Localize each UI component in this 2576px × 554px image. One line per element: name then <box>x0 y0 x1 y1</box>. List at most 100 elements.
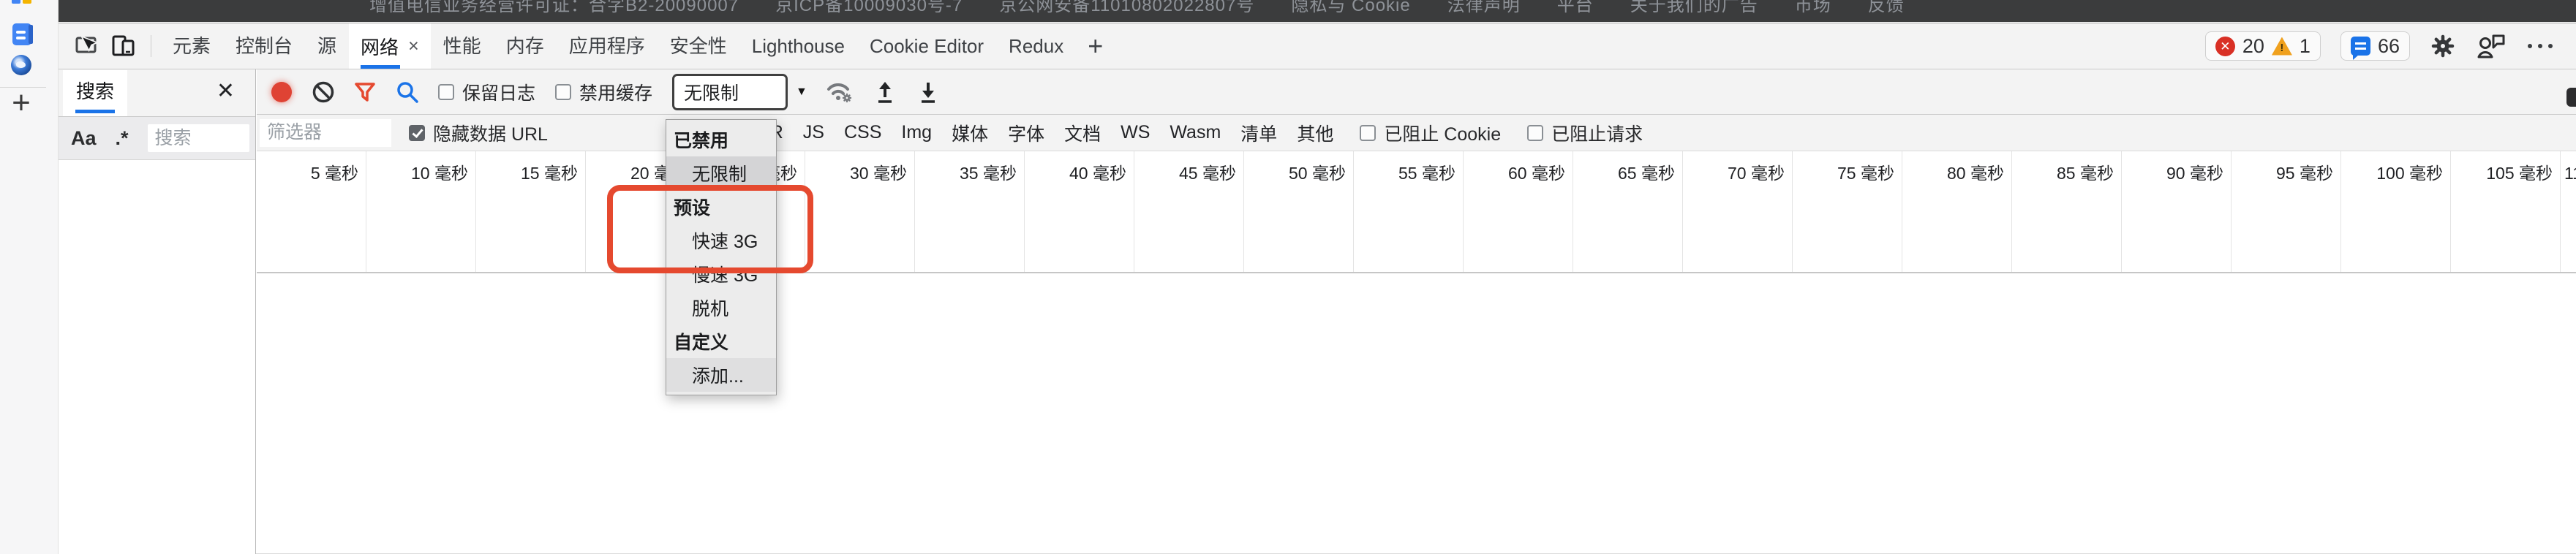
more-options-icon[interactable] <box>2528 44 2553 48</box>
ruler-tick: 70 毫秒 <box>1683 151 1793 272</box>
devtools-tab[interactable]: 内存 <box>494 23 557 69</box>
feedback-person-icon[interactable] <box>2476 33 2508 59</box>
search-results-area <box>59 160 255 525</box>
tab-close-icon[interactable]: × <box>408 36 419 57</box>
request-type-filter[interactable]: CSS <box>844 122 881 143</box>
ruler-tick: 90 毫秒 <box>2122 151 2232 272</box>
ruler-tick-label: 10 毫秒 <box>411 164 468 183</box>
ruler-tick-label: 90 毫秒 <box>2166 164 2223 183</box>
error-count: 20 <box>2242 35 2264 58</box>
ruler-tick-label: 100 毫秒 <box>2376 164 2443 183</box>
request-type-filters: 全部XHRJSCSSImg媒体字体文档WSWasm清单其他 <box>688 120 1333 146</box>
annotation-rectangle <box>607 185 813 273</box>
ruler-tick-label: 60 毫秒 <box>1508 164 1565 183</box>
ruler-tick: 80 毫秒 <box>1902 151 2012 272</box>
docs-app-icon[interactable] <box>12 23 31 45</box>
ruler-tick: 40 毫秒 <box>1025 151 1134 272</box>
search-icon <box>395 80 420 105</box>
ruler-tick: 60 毫秒 <box>1464 151 1573 272</box>
request-type-filter[interactable]: WS <box>1121 122 1150 143</box>
search-drawer-tabbar: 搜索 ✕ <box>59 69 255 117</box>
filter-toggle-button[interactable] <box>353 80 377 104</box>
request-type-filter[interactable]: JS <box>803 122 824 143</box>
globe-app-icon[interactable] <box>11 55 31 75</box>
issues-count: 66 <box>2378 35 2400 58</box>
blocked-cookies-checkbox[interactable]: 已阻止 Cookie <box>1360 120 1501 146</box>
checkbox-box <box>1360 125 1376 141</box>
filter-input[interactable] <box>260 119 391 147</box>
ruler-tick: 10 毫秒 <box>366 151 476 272</box>
ruler-tick-label: 105 毫秒 <box>2486 164 2553 183</box>
devtools-tab[interactable]: 控制台 <box>223 23 305 69</box>
issues-badge[interactable]: 66 <box>2340 31 2410 61</box>
regex-toggle[interactable]: .* <box>116 127 129 150</box>
devtools-panel: 元素控制台源 网络 × 性能内存应用程序安全性LighthouseCookie … <box>59 23 2576 554</box>
export-har-button[interactable] <box>916 79 941 105</box>
warning-count: 1 <box>2300 35 2311 58</box>
network-toolbar: 保留日志 禁用缓存 无限制 ▼ <box>257 69 2576 115</box>
ruler-tick-label: 95 毫秒 <box>2276 164 2333 183</box>
ruler-tick-label: 85 毫秒 <box>2057 164 2114 183</box>
request-type-filter[interactable]: 媒体 <box>952 120 988 146</box>
device-toolbar-icon[interactable] <box>110 33 137 59</box>
devtools-tab[interactable]: Lighthouse <box>739 23 857 69</box>
select-caret-icon[interactable]: ▼ <box>796 86 807 99</box>
hide-data-url-checkbox[interactable]: 隐藏数据 URL <box>409 120 548 146</box>
request-type-filter[interactable]: 字体 <box>1008 120 1044 146</box>
network-search-button[interactable] <box>395 80 420 105</box>
devtools-tab[interactable]: 应用程序 <box>557 23 658 69</box>
warning-icon <box>2272 37 2292 56</box>
preserve-log-checkbox[interactable]: 保留日志 <box>438 79 535 105</box>
ruler-tick-label: 30 毫秒 <box>850 164 907 183</box>
devtools-tab[interactable]: 源 <box>305 23 349 69</box>
devtools-status-cluster: ✕ 20 1 66 <box>2205 31 2576 61</box>
settings-gear-icon[interactable] <box>2430 33 2456 59</box>
request-type-filter[interactable]: 文档 <box>1064 120 1101 146</box>
throttling-menu-item[interactable]: 已禁用 <box>666 123 776 156</box>
network-conditions-button[interactable] <box>825 78 854 106</box>
devtools-tab[interactable]: Cookie Editor <box>857 23 996 69</box>
throttling-menu-item[interactable]: 脱机 <box>666 291 776 325</box>
request-type-filter[interactable]: 其他 <box>1297 120 1333 146</box>
blocked-cookies-label: 已阻止 Cookie <box>1384 120 1501 146</box>
search-tab-label: 搜索 <box>76 80 114 102</box>
screen: + 增值电信业务经营许可证：合字B2-20090007 京ICP备1000903… <box>0 0 2576 554</box>
network-conditions-icon <box>825 78 854 106</box>
match-case-toggle[interactable]: Aa <box>71 127 97 150</box>
import-har-button[interactable] <box>873 79 897 105</box>
disable-cache-checkbox[interactable]: 禁用缓存 <box>555 79 652 105</box>
throttling-menu-item[interactable]: 添加... <box>666 358 776 392</box>
devtools-tabbar: 元素控制台源 网络 × 性能内存应用程序安全性LighthouseCookie … <box>59 23 2576 69</box>
request-type-filter[interactable]: Wasm <box>1170 122 1221 143</box>
clear-button[interactable] <box>312 80 335 104</box>
request-type-filter[interactable]: 清单 <box>1240 120 1277 146</box>
ruler-tick: 75 毫秒 <box>1793 151 1902 272</box>
page-footer-text: 增值电信业务经营许可证：合字B2-20090007 京ICP备10009030号… <box>369 0 1905 16</box>
throttling-menu-item[interactable]: 自定义 <box>666 325 776 358</box>
errors-warnings-badge[interactable]: ✕ 20 1 <box>2205 31 2321 61</box>
inspect-element-icon[interactable] <box>74 33 100 59</box>
search-input[interactable] <box>148 124 249 152</box>
record-button[interactable] <box>271 82 292 102</box>
clear-icon <box>312 80 335 104</box>
checkbox-box <box>555 84 571 100</box>
blocked-requests-label: 已阻止请求 <box>1551 120 1643 146</box>
request-type-filter[interactable]: Img <box>901 122 932 143</box>
search-tab[interactable]: 搜索 <box>63 70 127 116</box>
funnel-icon <box>353 80 377 104</box>
blocked-requests-checkbox[interactable]: 已阻止请求 <box>1527 120 1643 146</box>
throttling-select[interactable]: 无限制 <box>672 74 788 110</box>
search-close-icon[interactable]: ✕ <box>216 78 235 104</box>
devtools-tab[interactable]: Redux <box>996 23 1076 69</box>
devtools-tab[interactable]: 元素 <box>160 23 223 69</box>
import-icon <box>873 79 897 105</box>
ruler-tick: 105 毫秒 <box>2451 151 2561 272</box>
devtools-tab[interactable]: 安全性 <box>658 23 739 69</box>
add-app-button[interactable]: + <box>9 91 34 117</box>
devtools-tab[interactable]: 性能 <box>431 23 494 69</box>
clipped-app-icon-2 <box>23 0 31 4</box>
ruler-tick-label: 65 毫秒 <box>1618 164 1675 183</box>
more-tabs-button[interactable]: + <box>1076 31 1115 61</box>
page-footer-bar: 增值电信业务经营许可证：合字B2-20090007 京ICP备10009030号… <box>59 0 2576 22</box>
tab-network-active[interactable]: 网络 × <box>349 23 431 69</box>
